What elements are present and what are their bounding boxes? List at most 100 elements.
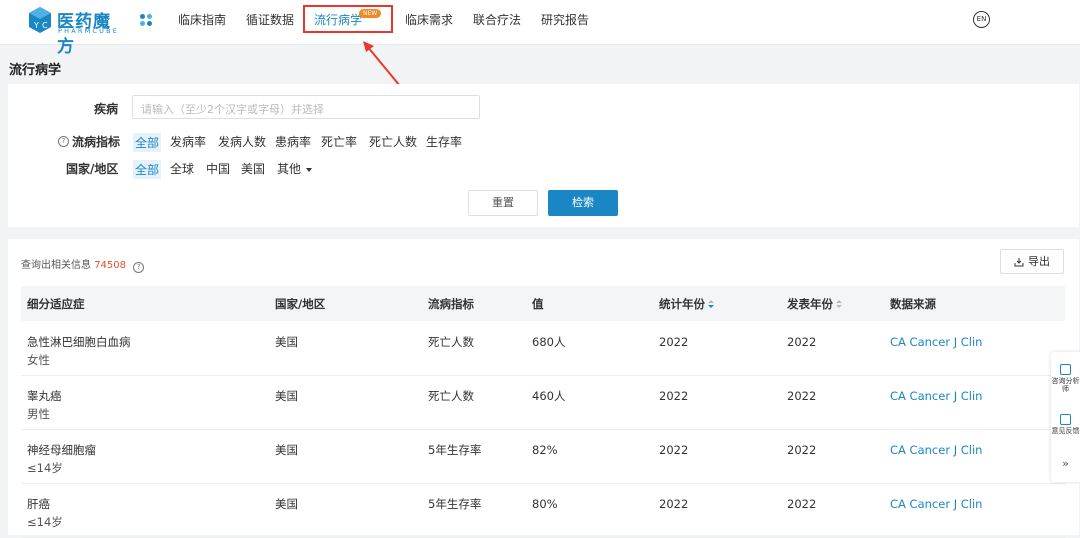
- disease-search-input[interactable]: 请输入（至少2个汉字或字母）并选择: [132, 95, 480, 119]
- result-count-prefix: 查询出相关信息: [21, 260, 91, 271]
- cell-pub-year: 2022: [787, 389, 817, 403]
- logo-cube-icon: Y C: [29, 7, 51, 33]
- cell-pub-year: 2022: [787, 335, 817, 349]
- table-row: 肝癌 ≤14岁 美国 5年生存率 80% 2022 2022 CA Cancer …: [21, 483, 1065, 538]
- disease-label: 疾病: [94, 102, 119, 116]
- cell-region: 美国: [275, 335, 298, 349]
- nav-combination-therapy[interactable]: 联合疗法: [473, 11, 521, 28]
- indicator-option-deaths[interactable]: 死亡人数: [369, 133, 417, 150]
- indicator-option-survival[interactable]: 生存率: [426, 133, 462, 150]
- cell-indication: 神经母细胞瘤 ≤14岁: [27, 441, 96, 477]
- svg-text:Y: Y: [33, 21, 39, 30]
- cell-indication-sub: 女性: [27, 353, 50, 367]
- nav-evidence-data[interactable]: 循证数据: [246, 11, 294, 28]
- export-label: 导出: [1028, 255, 1050, 268]
- cell-indication-name: 肝癌: [27, 497, 50, 511]
- region-option-china[interactable]: 中国: [206, 160, 230, 177]
- col-indication: 细分适应症: [27, 297, 85, 311]
- brand-logo[interactable]: Y C 医药魔方 PHARMCUBE: [28, 6, 120, 57]
- nav-clinical-needs[interactable]: 临床需求: [405, 11, 453, 28]
- results-panel: 查询出相关信息 74508 ? 导出 细分适应症 国家/地区 流病指标 值 统计…: [8, 239, 1079, 538]
- cell-pub-year: 2022: [787, 497, 817, 511]
- cell-pub-year: 2022: [787, 443, 817, 457]
- chat-icon: [1060, 364, 1071, 375]
- cell-source-link[interactable]: CA Cancer J Clin: [890, 495, 982, 513]
- collapse-panel-icon[interactable]: »: [1051, 458, 1080, 469]
- consult-analyst-label: 咨询分析师: [1051, 377, 1080, 393]
- table-row: 睾丸癌 男性 美国 死亡人数 460人 2022 2022 CA Cancer J…: [21, 375, 1065, 430]
- floating-side-panel: 咨询分析师 意见反馈 »: [1051, 352, 1080, 482]
- indicator-label: 流病指标: [72, 135, 121, 149]
- help-icon[interactable]: ?: [58, 136, 69, 147]
- cell-indication-name: 神经母细胞瘤: [27, 443, 96, 457]
- cell-indication: 急性淋巴细胞白血病 女性: [27, 333, 131, 369]
- col-value: 值: [532, 297, 544, 311]
- cell-indication-name: 急性淋巴细胞白血病: [27, 335, 131, 349]
- col-stat-year-label: 统计年份: [659, 297, 705, 311]
- cell-value: 680人: [532, 335, 566, 349]
- col-indicator: 流病指标: [428, 297, 474, 311]
- col-region: 国家/地区: [275, 297, 326, 311]
- col-stat-year[interactable]: 统计年份: [659, 296, 714, 312]
- cell-value: 82%: [532, 443, 558, 457]
- indicator-option-prevalence[interactable]: 患病率: [275, 133, 311, 150]
- cell-source-link[interactable]: CA Cancer J Clin: [890, 333, 982, 351]
- result-count-number: 74508: [94, 260, 126, 271]
- table-row: 神经母细胞瘤 ≤14岁 美国 5年生存率 82% 2022 2022 CA Can…: [21, 429, 1065, 484]
- feedback-label: 意见反馈: [1051, 427, 1080, 435]
- cell-indicator: 5年生存率: [428, 497, 482, 511]
- brand-subtitle: PHARMCUBE: [58, 27, 120, 35]
- table-header: 细分适应症 国家/地区 流病指标 值 统计年份 发表年份 数据来源: [21, 286, 1065, 321]
- region-option-global[interactable]: 全球: [170, 160, 194, 177]
- cell-indication: 睾丸癌 男性: [27, 387, 62, 423]
- cell-indicator: 死亡人数: [428, 389, 474, 403]
- sort-icon[interactable]: [708, 300, 714, 309]
- cell-stat-year: 2022: [659, 497, 689, 511]
- annotation-highlight-box: [303, 5, 393, 33]
- cell-indicator: 死亡人数: [428, 335, 474, 349]
- filter-panel: 疾病 请输入（至少2个汉字或字母）并选择 ? 流病指标 全部 发病率 发病人数 …: [8, 84, 1079, 227]
- cell-indication-sub: ≤14岁: [27, 515, 63, 529]
- nav-research-reports[interactable]: 研究报告: [541, 11, 589, 28]
- indicator-option-all[interactable]: 全部: [133, 133, 162, 152]
- cell-region: 美国: [275, 497, 298, 511]
- indicator-option-incident-cases[interactable]: 发病人数: [218, 133, 266, 150]
- region-label: 国家/地区: [66, 162, 119, 176]
- col-pub-year[interactable]: 发表年份: [787, 296, 842, 312]
- sort-icon[interactable]: [836, 300, 842, 309]
- language-toggle[interactable]: EN: [973, 11, 990, 28]
- cell-region: 美国: [275, 389, 298, 403]
- feedback-button[interactable]: 意见反馈: [1051, 414, 1080, 435]
- cell-value: 80%: [532, 497, 558, 511]
- region-option-all[interactable]: 全部: [133, 160, 162, 179]
- cell-stat-year: 2022: [659, 443, 689, 457]
- download-icon: [1014, 258, 1024, 267]
- reset-button[interactable]: 重置: [468, 190, 538, 216]
- cell-source-link[interactable]: CA Cancer J Clin: [890, 441, 982, 459]
- cell-region: 美国: [275, 443, 298, 457]
- indicator-option-incidence[interactable]: 发病率: [170, 133, 206, 150]
- help-icon[interactable]: ?: [133, 262, 145, 273]
- cell-stat-year: 2022: [659, 389, 689, 403]
- region-option-usa[interactable]: 美国: [241, 160, 265, 177]
- top-navbar: Y C 医药魔方 PHARMCUBE 临床指南 循证数据 流行病学 NEW 临床…: [0, 0, 1080, 57]
- cell-indication-sub: 男性: [27, 407, 50, 421]
- consult-analyst-button[interactable]: 咨询分析师: [1051, 364, 1080, 393]
- search-button[interactable]: 检索: [548, 190, 618, 216]
- cell-stat-year: 2022: [659, 335, 689, 349]
- table-row: 急性淋巴细胞白血病 女性 美国 死亡人数 680人 2022 2022 CA Ca…: [21, 321, 1065, 376]
- indicator-option-mortality[interactable]: 死亡率: [321, 133, 357, 150]
- apps-grid-icon[interactable]: [139, 13, 153, 27]
- result-count: 查询出相关信息 74508 ?: [21, 256, 145, 273]
- export-button[interactable]: 导出: [1000, 249, 1064, 274]
- cell-indication: 肝癌 ≤14岁: [27, 495, 63, 531]
- nav-clinical-guidelines[interactable]: 临床指南: [178, 11, 226, 28]
- cell-source-link[interactable]: CA Cancer J Clin: [890, 387, 982, 405]
- region-option-other-label: 其他: [277, 162, 302, 176]
- col-source: 数据来源: [890, 297, 936, 311]
- cell-indicator: 5年生存率: [428, 443, 482, 457]
- feedback-icon: [1060, 414, 1071, 425]
- col-pub-year-label: 发表年份: [787, 297, 833, 311]
- region-option-other-dropdown[interactable]: 其他: [277, 160, 313, 177]
- cell-value: 460人: [532, 389, 566, 403]
